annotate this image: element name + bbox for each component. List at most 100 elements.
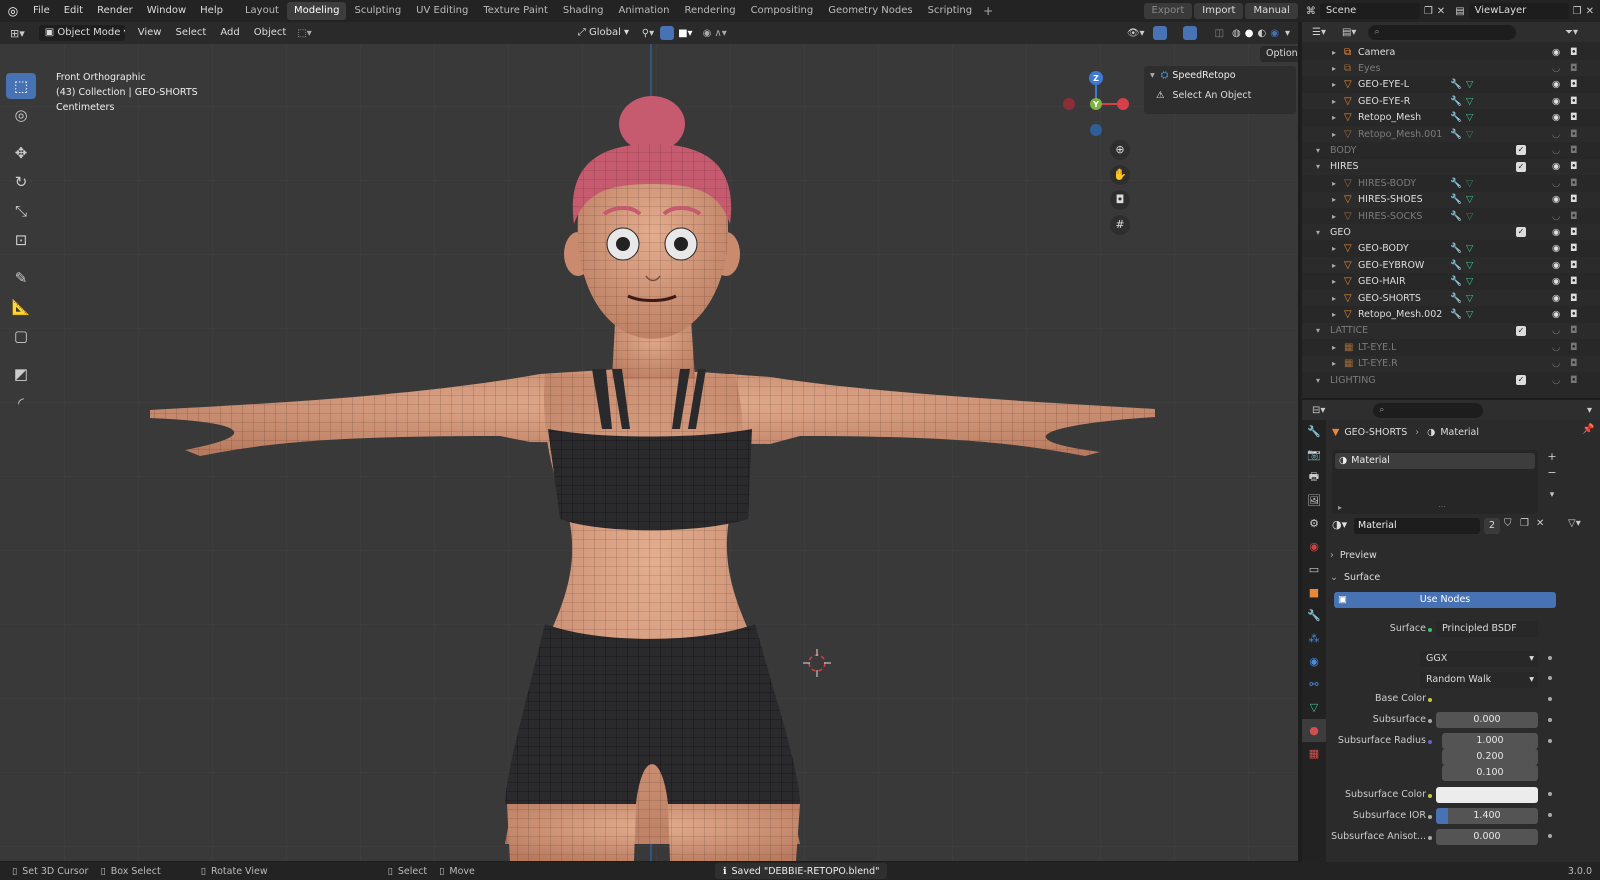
material-browse-icon[interactable]: ◑▾ xyxy=(1332,518,1347,531)
outliner-row[interactable]: ▸ ▦ LT-EYE.R ◡ ◘ xyxy=(1302,355,1600,372)
pan-icon[interactable]: ✋ xyxy=(1110,165,1130,185)
visibility-eye-icon[interactable]: ◉ xyxy=(1552,96,1560,107)
visibility-eye-icon[interactable]: ◉ xyxy=(1552,161,1560,172)
scene-delete-icon[interactable]: ✕ xyxy=(1437,6,1445,17)
ss-aniso-field[interactable]: 0.000 xyxy=(1436,829,1538,845)
snap-target-icon[interactable]: ■▾ xyxy=(678,28,692,39)
row-expand-icon[interactable]: ▸ xyxy=(1332,130,1336,139)
row-expand-icon[interactable]: ▸ xyxy=(1332,294,1336,303)
row-expand-icon[interactable]: ▸ xyxy=(1332,64,1336,73)
mode-dropdown[interactable]: ▣ Object Mode ▾ xyxy=(38,25,125,41)
outliner-row[interactable]: ▸ ▽ Retopo_Mesh.002 🔧 ▽ ◉ ◘ xyxy=(1302,306,1600,322)
3d-viewport[interactable]: Z Y Front Orthographic (43) Collection |… xyxy=(0,44,1298,861)
editor-type-icon[interactable]: ⊞▾ xyxy=(10,27,25,40)
row-expand-icon[interactable]: ▸ xyxy=(1332,48,1336,57)
ss-radius-z-field[interactable]: 0.100 xyxy=(1442,765,1538,781)
viewlayer-icon[interactable]: ▤ xyxy=(1455,6,1464,17)
modifier-tab-icon[interactable]: 🔧 xyxy=(1302,604,1326,627)
view-layer-tab-icon[interactable]: 🖼 xyxy=(1302,489,1326,512)
subsurface-field[interactable]: 0.000 xyxy=(1436,712,1538,728)
collection-expand-icon[interactable]: ▾ xyxy=(1316,228,1320,237)
keyframe-dot[interactable] xyxy=(1548,792,1552,796)
collection-checkbox[interactable]: ✓ xyxy=(1516,227,1526,238)
props-search[interactable]: ⌕ xyxy=(1373,402,1484,418)
object-tab-icon[interactable]: ■ xyxy=(1302,581,1326,604)
import-button[interactable]: Import xyxy=(1194,3,1244,19)
visibility-eye-icon[interactable]: ◉ xyxy=(1552,194,1560,205)
use-nodes-button[interactable]: ▣ Use Nodes xyxy=(1334,592,1556,608)
ss-color-swatch[interactable] xyxy=(1436,787,1538,803)
outliner-row[interactable]: ▾ LATTICE ✓ ◡ ◘ xyxy=(1302,322,1600,339)
viewport-menu-view[interactable]: View xyxy=(131,22,169,44)
visibility-eye-icon[interactable]: ◡ xyxy=(1552,178,1560,189)
workspace-tab-geometry-nodes[interactable]: Geometry Nodes xyxy=(821,2,919,20)
visibility-eye-icon[interactable]: ◡ xyxy=(1552,325,1560,336)
outliner-editor-icon[interactable]: ☰▾ xyxy=(1312,27,1326,38)
rotate-tool-icon[interactable]: ↻ xyxy=(6,169,36,195)
remove-slot-button[interactable]: − xyxy=(1544,466,1560,480)
measure-tool-icon[interactable]: 📐 xyxy=(6,294,36,320)
outliner-row[interactable]: ▸ ▽ GEO-BODY 🔧 ▽ ◉ ◘ xyxy=(1302,241,1600,257)
workspace-tab-compositing[interactable]: Compositing xyxy=(744,2,821,20)
duplicate-material-icon[interactable]: ❐ xyxy=(1520,518,1529,529)
scene-field[interactable]: Scene xyxy=(1319,3,1420,19)
transform-tool-icon[interactable]: ⊡ xyxy=(6,227,36,253)
render-camera-icon[interactable]: ◘ xyxy=(1570,325,1578,336)
render-tab-icon[interactable]: 📷 xyxy=(1302,443,1326,466)
render-camera-icon[interactable]: ◘ xyxy=(1570,375,1578,386)
ss-radius-y-field[interactable]: 0.200 xyxy=(1442,749,1538,765)
outliner-row[interactable]: ▸ ▦ LT-EYE.L ◡ ◘ xyxy=(1302,339,1600,355)
visibility-eye-icon[interactable]: ◡ xyxy=(1552,342,1560,353)
unlink-material-icon[interactable]: ✕ xyxy=(1536,518,1544,529)
render-camera-icon[interactable]: ◘ xyxy=(1570,63,1578,74)
export-button[interactable]: Export xyxy=(1143,3,1193,19)
workspace-tab-texture-paint[interactable]: Texture Paint xyxy=(476,2,555,20)
visibility-eye-icon[interactable]: ◉ xyxy=(1552,79,1560,90)
add-slot-button[interactable]: + xyxy=(1544,450,1560,464)
options-button[interactable]: Options ▾ xyxy=(1260,46,1298,62)
snap-icon[interactable] xyxy=(660,26,675,40)
shading-options-icon[interactable]: ▾ xyxy=(1285,28,1290,39)
ss-method-dropdown[interactable]: Random Walk ▾ xyxy=(1420,672,1538,688)
workspace-tab-modeling[interactable]: Modeling xyxy=(286,2,347,20)
ss-ior-field[interactable]: 1.400 xyxy=(1436,808,1538,824)
render-camera-icon[interactable]: ◘ xyxy=(1570,227,1578,238)
collection-expand-icon[interactable]: ▾ xyxy=(1316,162,1320,171)
visibility-eye-icon[interactable]: ◉ xyxy=(1552,47,1560,58)
material-name-field[interactable]: Material xyxy=(1354,518,1480,534)
outliner-row[interactable]: ▸ ▽ HIRES-BODY 🔧 ▽ ◡ ◘ xyxy=(1302,175,1600,191)
add-cube-tool-icon[interactable]: ▢ xyxy=(6,323,36,349)
visibility-eye-icon[interactable]: ◡ xyxy=(1552,145,1560,156)
filter-icon[interactable]: ⏷▾ xyxy=(1565,27,1578,38)
outliner-row[interactable]: ▸ ⧉ Camera ◉ ◘ xyxy=(1302,44,1600,60)
ss-radius-x-field[interactable]: 1.000 xyxy=(1442,733,1538,749)
overlay-toggle-icon[interactable] xyxy=(1182,26,1197,40)
visibility-eye-icon[interactable]: ◉ xyxy=(1552,112,1560,123)
scene-icon[interactable]: ⌘ xyxy=(1306,6,1316,17)
outliner-row[interactable]: ▾ GEO ✓ ◉ ◘ xyxy=(1302,224,1600,241)
viewport-menu-object[interactable]: Object xyxy=(247,22,294,44)
visibility-eye-icon[interactable]: ◡ xyxy=(1552,63,1560,74)
visibility-eye-icon[interactable]: ◉ xyxy=(1552,243,1560,254)
render-camera-icon[interactable]: ◘ xyxy=(1570,194,1578,205)
visibility-eye-icon[interactable]: ◡ xyxy=(1552,129,1560,140)
render-camera-icon[interactable]: ◘ xyxy=(1570,161,1578,172)
gizmo-toggle-icon[interactable] xyxy=(1152,26,1167,40)
collection-expand-icon[interactable]: ▾ xyxy=(1316,376,1320,385)
fake-user-icon[interactable]: ⛉ xyxy=(1504,518,1512,529)
render-camera-icon[interactable]: ◘ xyxy=(1570,342,1578,353)
world-tab-icon[interactable]: ◉ xyxy=(1302,535,1326,558)
gizmo-x[interactable] xyxy=(1117,98,1129,110)
viewport-canvas[interactable]: Z Y xyxy=(0,44,1298,861)
menu-render[interactable]: Render xyxy=(90,0,140,22)
scene-tab-icon[interactable]: ⚙ xyxy=(1302,512,1326,535)
row-expand-icon[interactable]: ▸ xyxy=(1332,195,1336,204)
slot-specials-button[interactable]: ▾ xyxy=(1544,488,1560,502)
outliner-row[interactable]: ▸ ⧉ Eyes ◡ ◘ xyxy=(1302,60,1600,77)
visibility-eye-icon[interactable]: ◡ xyxy=(1552,375,1560,386)
render-camera-icon[interactable]: ◘ xyxy=(1570,129,1578,140)
xray-icon[interactable]: ◫ xyxy=(1215,28,1224,39)
render-camera-icon[interactable]: ◘ xyxy=(1570,178,1578,189)
row-expand-icon[interactable]: ▸ xyxy=(1332,359,1336,368)
tool-tab-icon[interactable]: 🔧 xyxy=(1302,420,1326,443)
